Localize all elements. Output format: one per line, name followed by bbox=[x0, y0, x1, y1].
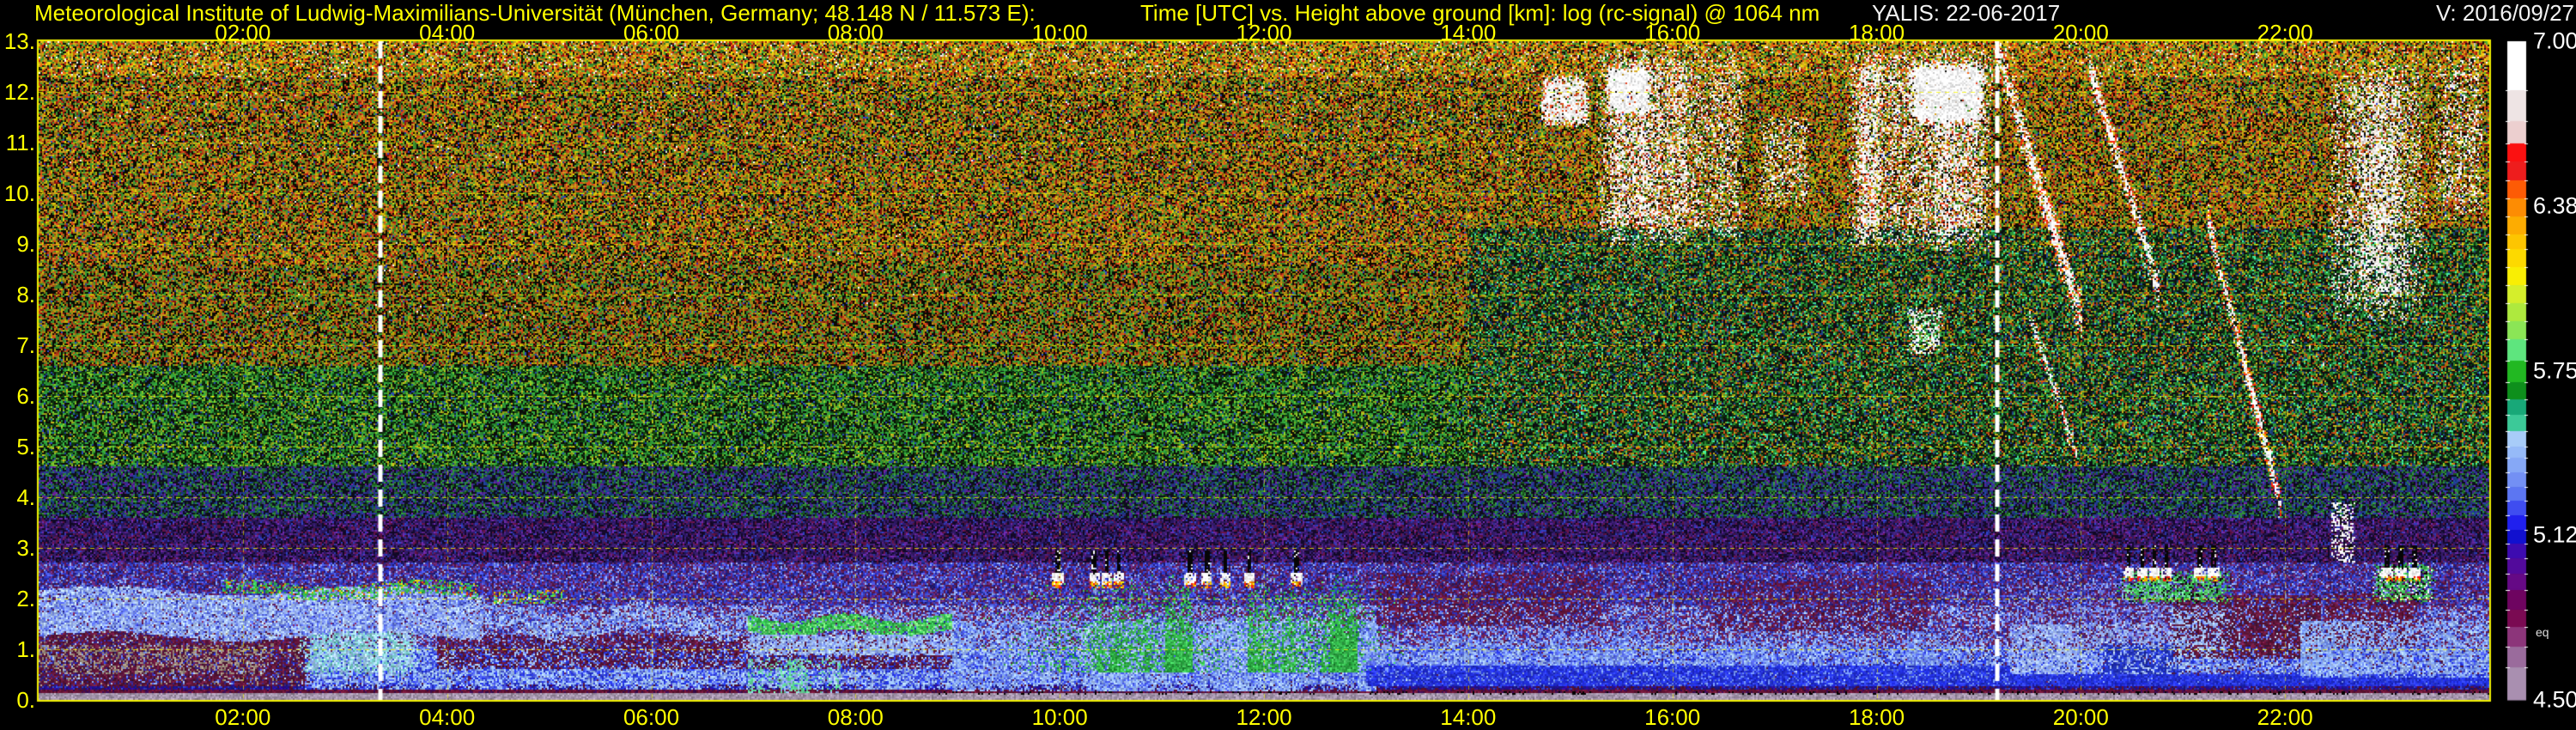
x-tick-label-bottom: 14:00 bbox=[1440, 704, 1497, 730]
y-tick-label: 12. bbox=[3, 79, 35, 105]
colorbar-tick-label: 4.50 bbox=[2533, 686, 2576, 713]
x-tick-label-bottom: 06:00 bbox=[623, 704, 680, 730]
y-tick-label: 1. bbox=[16, 636, 35, 662]
x-tick-label-top: 16:00 bbox=[1644, 20, 1701, 46]
x-tick-label-top: 10:00 bbox=[1031, 20, 1088, 46]
y-tick-label: 9. bbox=[16, 231, 35, 257]
y-tick-label: 2. bbox=[16, 586, 35, 611]
x-tick-label-bottom: 04:00 bbox=[419, 704, 476, 730]
colorbar-tick-label: 6.38 bbox=[2533, 192, 2576, 219]
colorbar-tick-label: 7.00 bbox=[2533, 27, 2576, 54]
y-tick-label: 6. bbox=[16, 383, 35, 409]
lidar-heatmap-canvas bbox=[0, 0, 2576, 730]
version-label: V: 2016/09/27 bbox=[2436, 0, 2574, 26]
lidar-quicklook-window: Meteorological Institute of Ludwig-Maxim… bbox=[0, 0, 2576, 730]
y-tick-label: 13. bbox=[3, 28, 35, 54]
x-tick-label-top: 06:00 bbox=[623, 20, 680, 46]
x-tick-label-bottom: 08:00 bbox=[827, 704, 884, 730]
x-tick-label-bottom: 02:00 bbox=[215, 704, 271, 730]
x-tick-label-top: 14:00 bbox=[1440, 20, 1497, 46]
x-tick-label-bottom: 22:00 bbox=[2257, 704, 2313, 730]
y-tick-label: 4. bbox=[16, 484, 35, 510]
x-tick-label-bottom: 12:00 bbox=[1236, 704, 1292, 730]
y-tick-label: 11. bbox=[5, 130, 35, 155]
colorbar-tick-label: 5.12 bbox=[2533, 521, 2576, 548]
x-tick-label-top: 22:00 bbox=[2257, 20, 2313, 46]
y-tick-label: 5. bbox=[16, 434, 35, 459]
y-tick-label: 10. bbox=[3, 180, 35, 206]
title-institute: Meteorological Institute of Ludwig-Maxim… bbox=[34, 0, 1036, 26]
x-tick-label-top: 02:00 bbox=[215, 20, 271, 46]
x-tick-label-bottom: 10:00 bbox=[1031, 704, 1088, 730]
y-tick-label: 3. bbox=[16, 535, 35, 561]
x-tick-label-top: 18:00 bbox=[1848, 20, 1905, 46]
y-tick-label: 7. bbox=[16, 332, 35, 358]
x-tick-label-top: 08:00 bbox=[827, 20, 884, 46]
colorbar-eq-label: eq bbox=[2536, 625, 2549, 639]
x-tick-label-bottom: 16:00 bbox=[1644, 704, 1701, 730]
x-tick-label-top: 20:00 bbox=[2052, 20, 2109, 46]
colorbar-tick-label: 5.75 bbox=[2533, 357, 2576, 383]
y-tick-label: 0. bbox=[16, 687, 35, 713]
x-tick-label-bottom: 20:00 bbox=[2052, 704, 2109, 730]
x-tick-label-top: 12:00 bbox=[1236, 20, 1292, 46]
x-tick-label-bottom: 18:00 bbox=[1848, 704, 1905, 730]
x-tick-label-top: 04:00 bbox=[419, 20, 476, 46]
y-tick-label: 8. bbox=[16, 282, 35, 307]
